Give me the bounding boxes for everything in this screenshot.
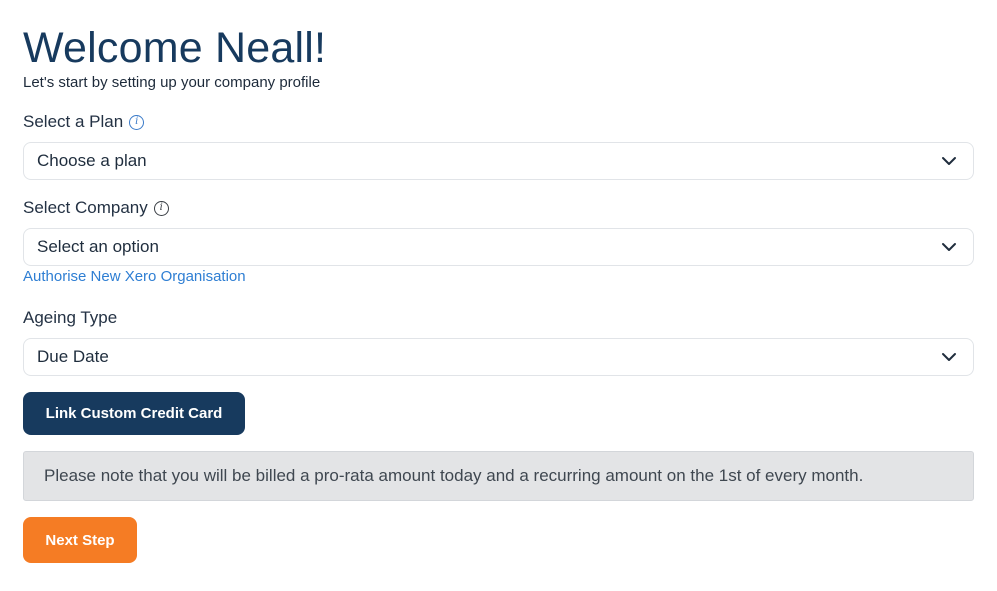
next-step-button[interactable]: Next Step	[23, 517, 137, 563]
page-title: Welcome Neall!	[23, 24, 327, 72]
chevron-down-icon	[942, 353, 956, 361]
company-setup-page: Welcome Neall! Let's start by setting up…	[0, 0, 997, 591]
ageing-select[interactable]: Due Date	[23, 338, 974, 376]
info-icon[interactable]: i	[129, 114, 145, 130]
link-credit-card-button[interactable]: Link Custom Credit Card	[23, 392, 245, 435]
plan-label-row: Select a Plan i	[23, 112, 145, 132]
company-select-value: Select an option	[37, 237, 159, 256]
company-label: Select Company	[23, 198, 148, 217]
ageing-label-row: Ageing Type	[23, 308, 117, 328]
plan-select[interactable]: Choose a plan	[23, 142, 974, 180]
company-label-row: Select Company i	[23, 198, 169, 218]
chevron-down-icon	[942, 157, 956, 165]
ageing-select-value: Due Date	[37, 347, 109, 366]
billing-notice-text: Please note that you will be billed a pr…	[44, 466, 864, 485]
ageing-label: Ageing Type	[23, 308, 118, 327]
info-icon[interactable]: i	[153, 200, 169, 216]
plan-select-value: Choose a plan	[37, 151, 147, 170]
chevron-down-icon	[942, 243, 956, 251]
plan-label: Select a Plan	[23, 112, 124, 131]
company-select[interactable]: Select an option	[23, 228, 974, 266]
authorise-xero-link[interactable]: Authorise New Xero Organisation	[23, 268, 246, 286]
billing-notice: Please note that you will be billed a pr…	[23, 451, 974, 501]
page-subtitle: Let's start by setting up your company p…	[23, 74, 321, 91]
